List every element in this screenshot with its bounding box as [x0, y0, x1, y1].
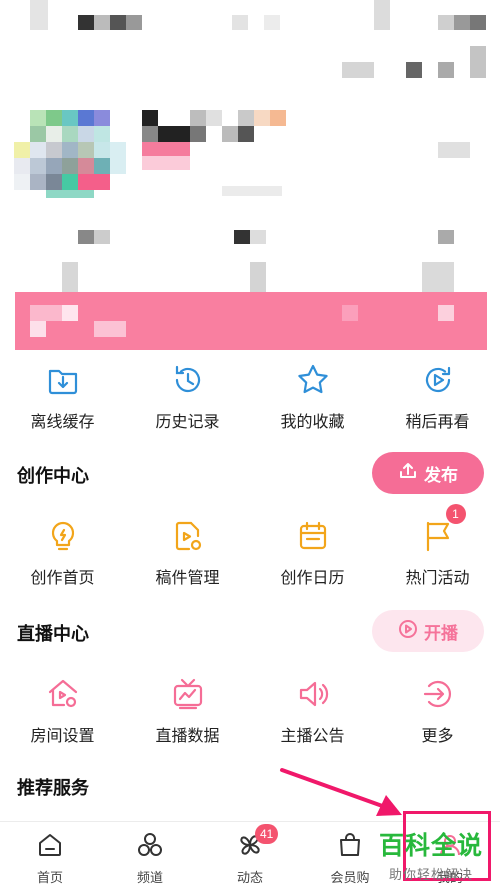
watermark-title: 百科全说	[378, 832, 483, 860]
watermark: 百科全说 助你轻松解决	[372, 826, 490, 883]
annotation-arrow	[280, 768, 402, 816]
watermark-subtitle: 助你轻松解决	[388, 867, 473, 882]
